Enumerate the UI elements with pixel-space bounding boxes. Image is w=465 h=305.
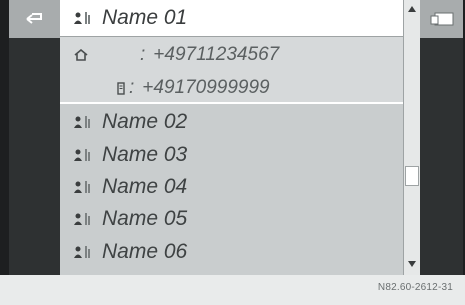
contact-name: Name 01 xyxy=(102,6,188,29)
left-side-bar xyxy=(9,0,60,275)
person-contact-icon xyxy=(74,246,90,258)
contact-name: Name 02 xyxy=(102,110,188,133)
right-side-bar xyxy=(420,0,463,275)
phone-menu-button[interactable] xyxy=(420,0,463,38)
person-contact-icon xyxy=(74,12,90,24)
person-contact-icon xyxy=(74,181,90,193)
mobile-phone-icon xyxy=(117,81,125,95)
back-button[interactable] xyxy=(9,0,60,38)
contact-name: Name 05 xyxy=(102,207,188,230)
scrollbar[interactable] xyxy=(403,0,420,275)
contact-details: : +49711234567 : +49170999999 xyxy=(60,37,403,104)
mobile-number: +49170999999 xyxy=(142,77,270,98)
contact-name: Name 06 xyxy=(102,240,188,263)
list-item[interactable]: Name 03 xyxy=(60,139,403,171)
person-contact-icon xyxy=(74,213,90,225)
scrollbar-thumb[interactable] xyxy=(405,166,419,186)
home-number-line[interactable]: : +49711234567 xyxy=(74,40,279,70)
mobile-number-line[interactable]: : +49170999999 xyxy=(117,73,270,103)
person-contact-icon xyxy=(74,116,90,128)
home-number: +49711234567 xyxy=(153,44,280,65)
person-contact-icon xyxy=(74,149,90,161)
figure-code: N82.60-2612-31 xyxy=(377,282,453,293)
list-item[interactable]: Name 04 xyxy=(60,171,403,203)
back-arrow-icon xyxy=(25,13,42,24)
scroll-up-arrow-icon[interactable] xyxy=(408,6,416,12)
mobile-separator: : xyxy=(129,77,135,98)
contact-name: Name 03 xyxy=(102,143,188,166)
list-item[interactable]: Name 05 xyxy=(60,203,403,235)
home-icon xyxy=(74,49,88,61)
list-item[interactable]: Name 02 xyxy=(60,106,403,138)
scroll-down-arrow-icon[interactable] xyxy=(408,261,416,267)
contact-name: Name 04 xyxy=(102,175,188,198)
list-item[interactable]: Name 06 xyxy=(60,236,403,268)
home-separator: : xyxy=(140,44,146,65)
phone-menu-icon xyxy=(430,12,453,26)
list-item-selected[interactable]: Name 01 xyxy=(60,0,403,37)
